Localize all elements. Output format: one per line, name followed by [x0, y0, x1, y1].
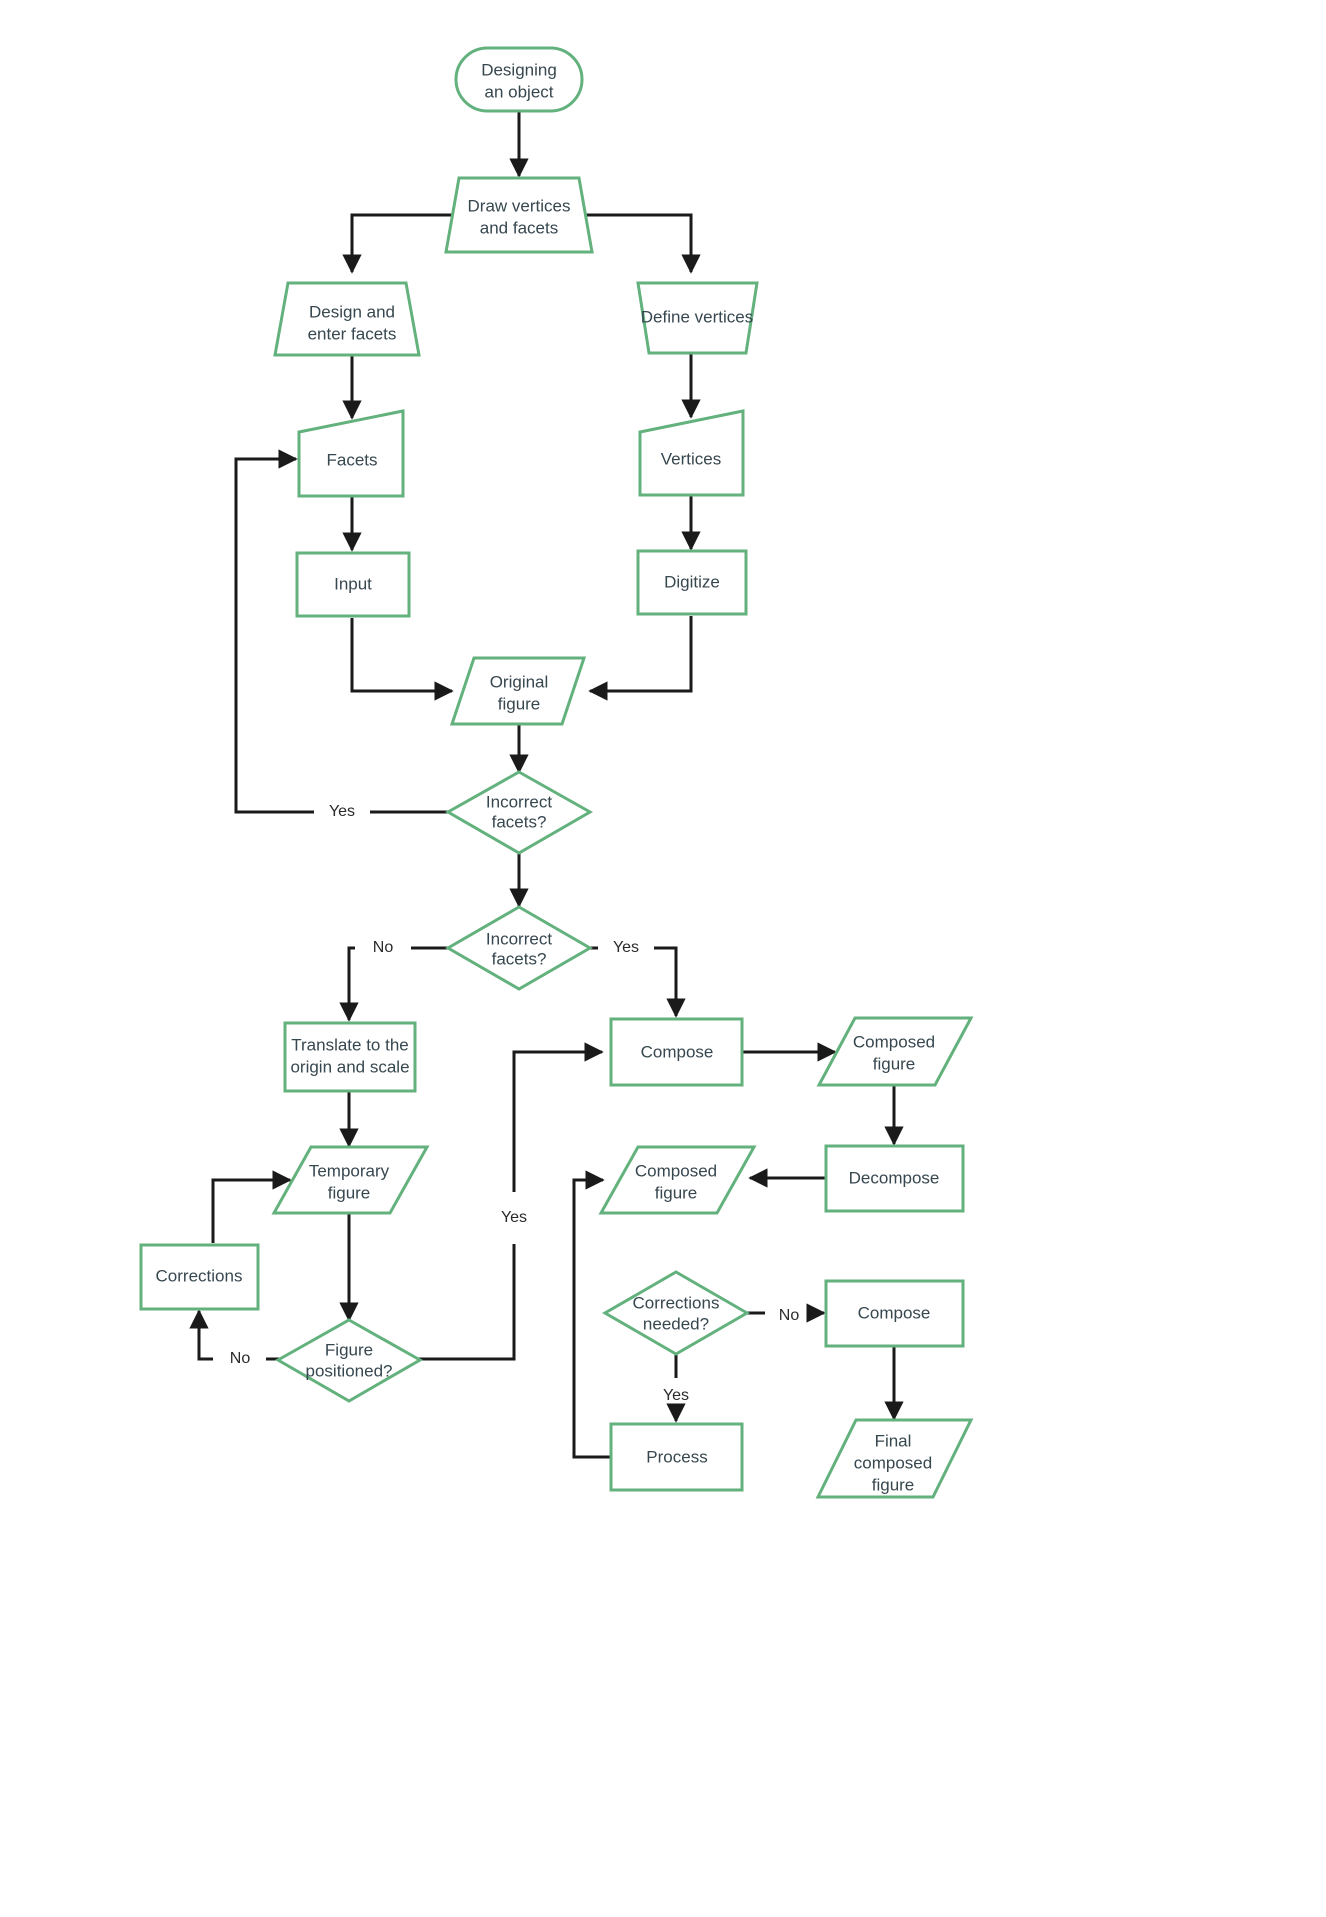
node-final-composed-figure[interactable]: Final composed figure — [815, 1418, 974, 1499]
node-define-vertices[interactable]: Define vertices — [636, 281, 759, 355]
node-facets[interactable]: Facets — [297, 409, 405, 498]
node-digitize[interactable]: Digitize — [636, 549, 748, 616]
flowchart-svg: Designing an object Draw vertices and fa… — [139, 46, 974, 1499]
node-process[interactable]: Process — [609, 1422, 744, 1492]
node-figure-positioned-decision[interactable]: Figure positioned? — [274, 1318, 424, 1403]
edge-label-yes-1: Yes — [329, 803, 355, 820]
edge-label-yes-2: Yes — [613, 939, 639, 956]
flowchart-canvas: Designing an object Draw vertices and fa… — [0, 0, 1326, 1917]
node-designing-an-object[interactable]: Designing an object — [454, 46, 584, 113]
node-compose-1[interactable]: Compose — [609, 1017, 744, 1087]
edge-decision2-yes-to-compose — [590, 946, 676, 1016]
edge-draw-to-define — [577, 213, 701, 274]
node-design-and-enter-facets[interactable]: Design and enter facets — [273, 281, 421, 357]
edge-label-yes-3: Yes — [501, 1209, 527, 1226]
edge-label-no-3: No — [779, 1307, 800, 1324]
node-composed-figure-1[interactable]: Composed figure — [816, 1016, 974, 1087]
node-incorrect-facets-decision-1[interactable]: Incorrect facets? — [444, 770, 594, 855]
node-compose-2[interactable]: Compose — [824, 1279, 965, 1348]
edge-draw-to-design — [342, 213, 461, 274]
edge-digitize-to-original — [588, 616, 693, 701]
node-vertices[interactable]: Vertices — [638, 409, 745, 497]
edge-decision1-yes-to-facets — [234, 459, 449, 814]
edge-label-no-2: No — [230, 1350, 251, 1367]
node-composed-figure-2[interactable]: Composed figure — [598, 1145, 757, 1215]
node-draw-vertices-and-facets[interactable]: Draw vertices and facets — [444, 176, 594, 254]
node-decompose[interactable]: Decompose — [824, 1144, 965, 1213]
node-temporary-figure[interactable]: Temporary figure — [271, 1145, 430, 1215]
node-corrections[interactable]: Corrections — [139, 1243, 260, 1311]
node-corrections-needed-decision[interactable]: Corrections needed? — [602, 1270, 750, 1356]
edge-label-yes-4: Yes — [663, 1387, 689, 1404]
node-original-figure[interactable]: Original figure — [449, 656, 587, 726]
node-input[interactable]: Input — [295, 551, 411, 618]
node-incorrect-facets-decision-2[interactable]: Incorrect facets? — [445, 905, 593, 991]
edge-label-no-1: No — [373, 939, 394, 956]
edge-decision2-no-to-translate — [349, 946, 449, 1020]
edge-process-to-composed2 — [572, 1170, 610, 1459]
edge-input-to-original — [350, 618, 454, 701]
node-translate-to-origin-and-scale[interactable]: Translate to the origin and scale — [283, 1021, 417, 1093]
